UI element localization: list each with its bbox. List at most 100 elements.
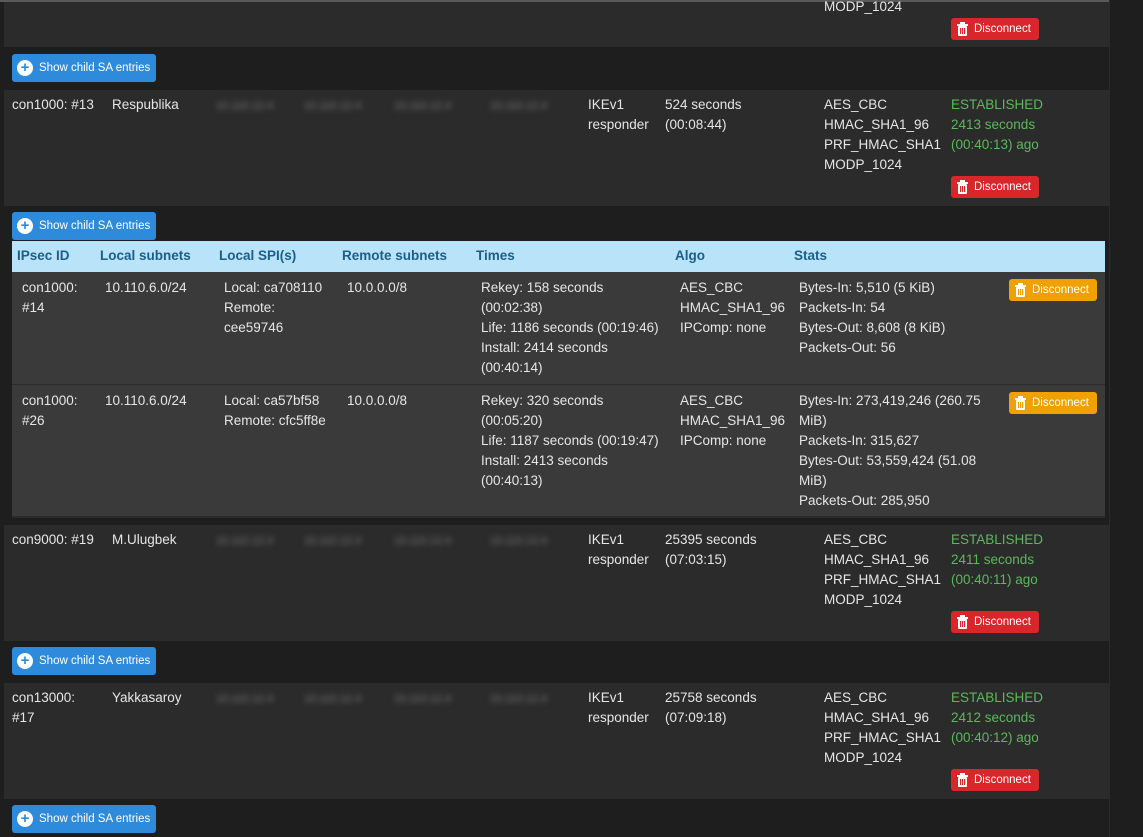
algo-encryption: AES_CBC	[680, 280, 744, 295]
life-seconds: 25395 seconds	[665, 532, 757, 547]
blurred-local-id: 10.110.12.4	[216, 535, 274, 547]
algo-prf: PRF_HMAC_SHA1	[824, 572, 942, 587]
header-times: Times	[476, 248, 515, 263]
child-disconnect-button[interactable]: Disconnect	[1009, 392, 1097, 414]
header-ipsec-id: IPsec ID	[17, 248, 70, 263]
sa-entry-partial: MODP_1024 Disconnect	[4, 0, 1109, 47]
stats-bytes-out: Bytes-Out: 53,559,424 (51.08	[799, 453, 977, 468]
life-hms: (00:08:44)	[665, 117, 727, 132]
remote-spi-label: Remote:	[224, 300, 276, 315]
show-child-sa-button[interactable]: + Show child SA entries	[12, 805, 157, 833]
header-algo: Algo	[675, 248, 705, 263]
life-hms: (07:03:15)	[665, 552, 727, 567]
blurred-remote-id: 10.110.12.4	[394, 100, 452, 112]
ipsec-id: #26	[22, 413, 45, 428]
sa-entry: con13000: #17 Yakkasaroy 10.110.12.4 10.…	[4, 683, 1109, 799]
plus-circle-icon: +	[17, 218, 33, 234]
ike-version: IKEv1	[588, 532, 625, 547]
ike-role: responder	[588, 552, 649, 567]
remote-spi: cee59746	[224, 320, 284, 335]
header-local-subnets: Local subnets	[100, 248, 191, 263]
trash-icon	[957, 773, 968, 787]
sa-description: Respublika	[112, 97, 179, 112]
sa-id: con13000:	[12, 690, 76, 705]
algo-encryption: AES_CBC	[824, 532, 888, 547]
disconnect-label: Disconnect	[974, 616, 1031, 628]
ipsec-id: con1000:	[22, 280, 78, 295]
stats-bytes-out: Bytes-Out: 8,608 (8 KiB)	[799, 320, 946, 335]
disconnect-button[interactable]: Disconnect	[951, 611, 1039, 633]
ike-role: responder	[588, 710, 649, 725]
life-seconds: 524 seconds	[665, 97, 742, 112]
ike-role: responder	[588, 117, 649, 132]
times-rekey: Rekey: 320 seconds	[481, 393, 604, 408]
trash-icon	[957, 22, 968, 36]
blurred-remote-id: 10.110.12.4	[394, 535, 452, 547]
disconnect-button[interactable]: Disconnect	[951, 176, 1039, 198]
stats-bytes-in: Bytes-In: 5,510 (5 KiB)	[799, 280, 935, 295]
local-spi: Local: ca708110	[224, 280, 323, 295]
algo-integrity: HMAC_SHA1_96	[824, 710, 930, 725]
sa-id: con1000: #13	[12, 97, 94, 112]
ipsec-id: #14	[22, 300, 45, 315]
blurred-local-ip: 10.110.12.4	[304, 693, 362, 705]
show-child-sa-button[interactable]: + Show child SA entries	[12, 647, 157, 675]
local-subnets: 10.110.6.0/24	[105, 280, 187, 295]
algo-integrity: HMAC_SHA1_96	[680, 300, 786, 315]
stats-bytes-out-unit: MiB)	[799, 473, 827, 488]
times-install: Install: 2413 seconds	[481, 453, 608, 468]
times-install-hms: (00:40:14)	[481, 360, 543, 375]
blurred-local-id: 10.110.12.4	[216, 693, 274, 705]
show-child-sa-button[interactable]: + Show child SA entries	[12, 212, 157, 240]
algo-prf: PRF_HMAC_SHA1	[824, 730, 942, 745]
stats-packets-in: Packets-In: 315,627	[799, 433, 920, 448]
child-disconnect-button[interactable]: Disconnect	[1009, 279, 1097, 301]
status-established: ESTABLISHED	[951, 97, 1044, 112]
algo-prf: PRF_HMAC_SHA1	[824, 137, 942, 152]
algo-dh: MODP_1024	[824, 592, 903, 607]
sa-id: con9000: #19	[12, 532, 94, 547]
disconnect-button[interactable]: Disconnect	[951, 18, 1039, 40]
algo-encryption: AES_CBC	[824, 690, 888, 705]
remote-subnets: 10.0.0.0/8	[347, 393, 408, 408]
plus-circle-icon: +	[17, 60, 33, 76]
trash-icon	[957, 615, 968, 629]
algo-line: MODP_1024	[824, 0, 903, 14]
algo-dh: MODP_1024	[824, 157, 903, 172]
algo-dh: MODP_1024	[824, 750, 903, 765]
disconnect-button[interactable]: Disconnect	[951, 769, 1039, 791]
blurred-local-id: 10.110.12.4	[216, 100, 274, 112]
life-seconds: 25758 seconds	[665, 690, 757, 705]
header-stats: Stats	[794, 248, 828, 263]
sa-description: M.Ulugbek	[112, 532, 177, 547]
sa-entry: con1000: #13 Respublika 10.110.12.4 10.1…	[4, 90, 1109, 206]
established-ago: (00:40:13) ago	[951, 137, 1039, 152]
stats-packets-out: Packets-Out: 285,950	[799, 493, 930, 508]
disconnect-label: Disconnect	[974, 774, 1031, 786]
algo-encryption: AES_CBC	[824, 97, 888, 112]
ike-version: IKEv1	[588, 690, 625, 705]
stats-packets-out: Packets-Out: 56	[799, 340, 896, 355]
times-life: Life: 1186 seconds (00:19:46)	[481, 320, 659, 335]
show-child-label: Show child SA entries	[39, 220, 151, 232]
algo-ipcomp: IPComp: none	[680, 320, 767, 335]
page-right-gutter	[1109, 0, 1143, 837]
sa-description: Yakkasaroy	[112, 690, 182, 705]
show-child-sa-button[interactable]: + Show child SA entries	[12, 54, 157, 82]
stats-packets-in: Packets-In: 54	[799, 300, 886, 315]
algo-integrity: HMAC_SHA1_96	[680, 413, 786, 428]
ike-version: IKEv1	[588, 97, 625, 112]
header-local-spis: Local SPI(s)	[219, 248, 297, 263]
blurred-local-ip: 10.110.12.4	[304, 535, 362, 547]
trash-icon	[957, 180, 968, 194]
algo-integrity: HMAC_SHA1_96	[824, 552, 930, 567]
local-spi: Local: ca57bf58	[224, 393, 320, 408]
trash-icon	[1015, 283, 1026, 297]
child-sa-table: IPsec ID Local subnets Local SPI(s) Remo…	[12, 241, 1105, 518]
blurred-local-ip: 10.110.12.4	[304, 100, 362, 112]
algo-ipcomp: IPComp: none	[680, 433, 767, 448]
stats-bytes-in-unit: MiB)	[799, 413, 827, 428]
trash-icon	[1015, 396, 1026, 410]
status-established: ESTABLISHED	[951, 690, 1044, 705]
ipsec-id: con1000:	[22, 393, 78, 408]
